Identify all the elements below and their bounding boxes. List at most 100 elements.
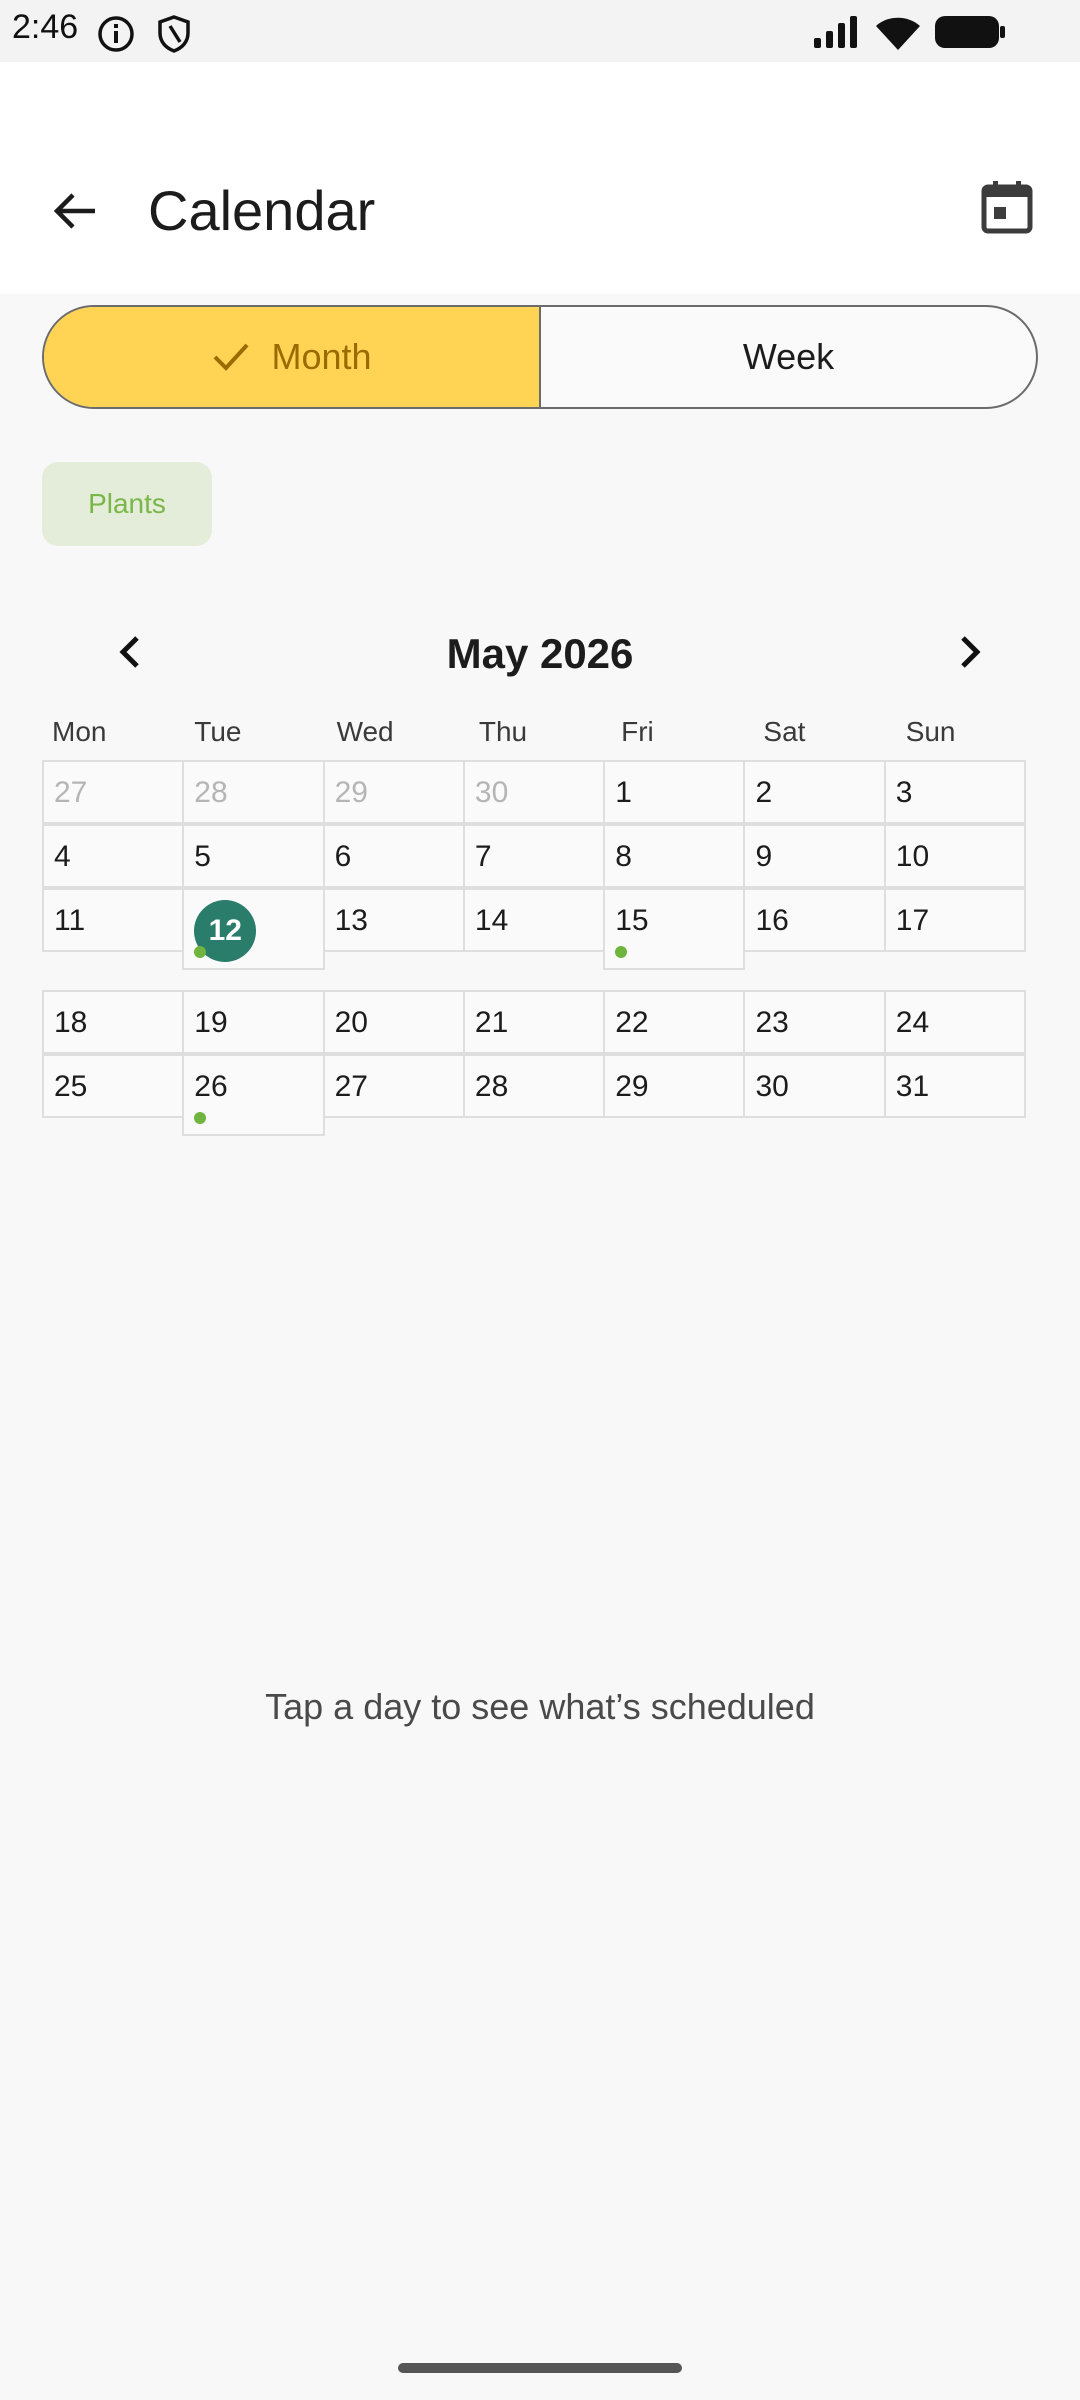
- calendar-day-cell[interactable]: 20: [322, 990, 465, 1054]
- day-number: 7: [474, 840, 492, 873]
- calendar-day-cell[interactable]: 31: [883, 1054, 1027, 1118]
- day-number: 10: [895, 840, 930, 873]
- month-title: May 2026: [446, 630, 634, 677]
- calendar-day-cell[interactable]: 29: [322, 760, 465, 824]
- day-number: 30: [474, 776, 509, 809]
- calendar-day-cell[interactable]: 24: [883, 990, 1027, 1054]
- day-number: 11: [54, 904, 86, 937]
- week-toggle-button[interactable]: Week: [541, 307, 1036, 407]
- calendar-day-cell[interactable]: 28: [462, 1054, 606, 1118]
- home-indicator[interactable]: [398, 2363, 682, 2373]
- calendar-day-cell[interactable]: 6: [322, 824, 465, 888]
- calendar-week-row: 27 28 29 30 1 2 3: [42, 760, 1027, 824]
- calendar-day-cell[interactable]: 25: [42, 1054, 185, 1118]
- calendar-day-cell[interactable]: 2: [743, 760, 886, 824]
- calendar-day-cell[interactable]: 26: [182, 1054, 325, 1136]
- calendar-day-cell[interactable]: 16: [743, 888, 886, 952]
- day-number: 28: [194, 776, 228, 809]
- calendar-day-cell[interactable]: 8: [603, 824, 746, 888]
- day-number: 31: [895, 1070, 930, 1103]
- calendar-week-row: 4 5 6 7 8 9 10: [42, 824, 1027, 888]
- day-number: 17: [895, 904, 930, 937]
- calendar-day-cell[interactable]: 10: [883, 824, 1027, 888]
- calendar-icon: [981, 181, 1033, 234]
- calendar-day-cell[interactable]: 14: [462, 888, 606, 952]
- day-number: 24: [895, 1006, 930, 1039]
- day-number: 3: [895, 776, 913, 809]
- day-number: 15: [615, 904, 649, 937]
- weekday-label: Thu: [478, 716, 528, 747]
- next-month-button[interactable]: [942, 624, 998, 680]
- weekday-label: Wed: [336, 716, 394, 747]
- calendar-day-cell[interactable]: 9: [743, 824, 886, 888]
- calendar-day-cell[interactable]: 27: [42, 760, 185, 824]
- calendar-day-cell[interactable]: 22: [603, 990, 746, 1054]
- calendar-day-cell[interactable]: 18: [42, 990, 185, 1054]
- weekday-label: Sat: [763, 716, 806, 747]
- calendar-day-cell[interactable]: 7: [462, 824, 606, 888]
- calendar-day-cell[interactable]: 17: [883, 888, 1027, 952]
- calendar-day-cell[interactable]: 4: [42, 824, 185, 888]
- weekday-header-row: Mon Tue Wed Thu Fri Sat Sun: [42, 716, 1038, 758]
- day-number: 18: [54, 1006, 88, 1039]
- calendar-week-row: 18 19 20 21 22 23 24: [42, 990, 1027, 1054]
- calendar-day-cell[interactable]: 12: [182, 888, 325, 970]
- event-dot-icon: [615, 946, 628, 958]
- calendar-day-cell[interactable]: 28: [182, 760, 325, 824]
- day-number: 13: [334, 904, 368, 937]
- calendar-week-row: 11 12 13 14 15 16 17: [42, 888, 1027, 970]
- calendar-day-cell[interactable]: 23: [743, 990, 886, 1054]
- page-title: Calendar: [148, 179, 376, 242]
- calendar-day-cell[interactable]: 29: [603, 1054, 746, 1118]
- status-time: 2:46: [12, 8, 79, 46]
- day-number: 5: [194, 840, 211, 873]
- day-number: 14: [474, 904, 509, 937]
- plants-filter-chip[interactable]: Plants: [42, 462, 212, 546]
- wifi-icon: [874, 14, 922, 57]
- weekday-label: Mon: [52, 716, 107, 747]
- calendar-today-button[interactable]: [976, 176, 1038, 238]
- day-number: 28: [474, 1070, 509, 1103]
- month-toggle-label: Month: [271, 336, 372, 377]
- battery-icon: [934, 14, 1006, 55]
- day-number: 19: [194, 1006, 228, 1039]
- calendar-day-cell[interactable]: 5: [182, 824, 325, 888]
- day-number: 22: [615, 1006, 649, 1039]
- day-number: 25: [54, 1070, 88, 1103]
- week-toggle-label: Week: [742, 336, 835, 377]
- back-button[interactable]: [44, 180, 106, 242]
- day-number: 4: [54, 840, 71, 873]
- calendar-week-row: 25 26 27 28 29 30 31: [42, 1054, 1027, 1136]
- month-toggle-button[interactable]: Month: [44, 307, 541, 407]
- calendar-day-cell[interactable]: 21: [462, 990, 606, 1054]
- calendar-day-cell[interactable]: 30: [462, 760, 606, 824]
- weekday-label: Tue: [194, 716, 242, 747]
- chip-label: Plants: [88, 488, 166, 519]
- calendar-day-cell[interactable]: 11: [42, 888, 185, 952]
- calendar-day-cell[interactable]: 30: [743, 1054, 886, 1118]
- day-number: 30: [755, 1070, 789, 1103]
- event-dot-icon: [194, 946, 207, 958]
- back-arrow-icon: [53, 193, 95, 229]
- calendar-day-cell[interactable]: 13: [322, 888, 465, 952]
- day-number: 27: [334, 1070, 368, 1103]
- empty-state-message: Tap a day to see what’s scheduled: [265, 1686, 815, 1727]
- calendar-day-cell[interactable]: 19: [182, 990, 325, 1054]
- day-number: 1: [615, 776, 632, 809]
- view-toggle: Month Week: [42, 305, 1038, 409]
- weekday-label: Fri: [621, 716, 654, 747]
- day-number: 27: [54, 776, 88, 809]
- calendar-day-cell[interactable]: 15: [603, 888, 746, 970]
- day-number: 23: [755, 1006, 789, 1039]
- chevron-right-icon: [961, 636, 981, 668]
- check-icon: [211, 339, 251, 375]
- calendar-day-cell[interactable]: 27: [322, 1054, 465, 1118]
- day-number: 29: [334, 776, 368, 809]
- day-number: 8: [615, 840, 632, 873]
- calendar-day-cell[interactable]: 3: [883, 760, 1027, 824]
- day-number: 21: [474, 1006, 509, 1039]
- day-number: 29: [615, 1070, 649, 1103]
- event-dot-icon: [194, 1112, 207, 1124]
- shield-icon: [156, 14, 192, 59]
- calendar-day-cell[interactable]: 1: [603, 760, 746, 824]
